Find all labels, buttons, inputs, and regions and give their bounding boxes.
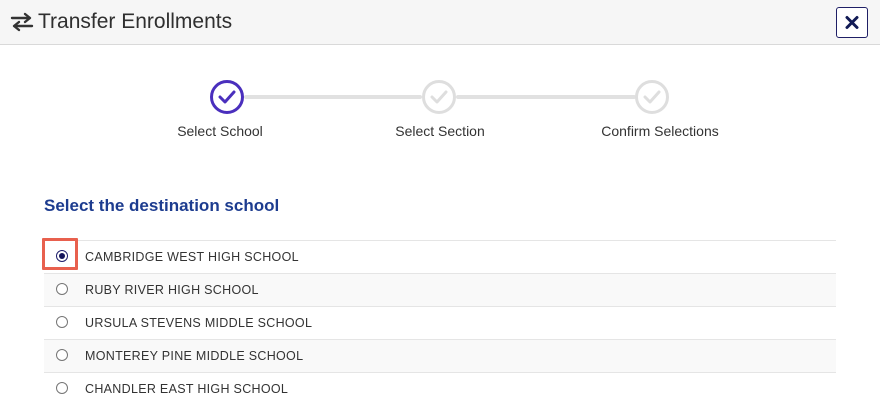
progress-stepper: Select School Select Section Confirm Sel…: [0, 45, 880, 155]
school-name: CAMBRIDGE WEST HIGH SCHOOL: [85, 250, 299, 264]
step-1-label: Select School: [177, 123, 263, 139]
school-option-row[interactable]: RUBY RIVER HIGH SCHOOL: [44, 273, 836, 306]
transfer-enrollments-modal: Transfer Enrollments Select School Selec: [0, 0, 880, 408]
modal-title: Transfer Enrollments: [38, 10, 233, 33]
school-name: MONTEREY PINE MIDDLE SCHOOL: [85, 349, 304, 363]
school-option-row[interactable]: MONTEREY PINE MIDDLE SCHOOL: [44, 339, 836, 372]
step-3-label: Confirm Selections: [601, 123, 719, 139]
close-icon: [845, 16, 859, 29]
school-radio[interactable]: [56, 382, 68, 394]
school-name: CHANDLER EAST HIGH SCHOOL: [85, 382, 289, 396]
step-2-label: Select Section: [395, 123, 485, 139]
section-heading: Select the destination school: [44, 196, 280, 215]
school-radio[interactable]: [56, 283, 68, 295]
step-2-check-icon: [422, 80, 456, 114]
step-1-check-icon: [210, 80, 244, 114]
school-radio[interactable]: [56, 349, 68, 361]
school-option-row[interactable]: CHANDLER EAST HIGH SCHOOL: [44, 372, 836, 405]
modal-header: Transfer Enrollments: [0, 0, 880, 45]
school-name: RUBY RIVER HIGH SCHOOL: [85, 283, 259, 297]
school-name: URSULA STEVENS MIDDLE SCHOOL: [85, 316, 313, 330]
school-option-row[interactable]: URSULA STEVENS MIDDLE SCHOOL: [44, 306, 836, 339]
swap-arrows-icon: [10, 10, 34, 34]
step-connector-1: [244, 95, 422, 99]
close-button[interactable]: [836, 7, 868, 38]
step-connector-2: [456, 95, 636, 99]
school-list: CAMBRIDGE WEST HIGH SCHOOL RUBY RIVER HI…: [42, 238, 836, 405]
school-option-row[interactable]: CAMBRIDGE WEST HIGH SCHOOL: [42, 238, 836, 273]
school-radio[interactable]: [56, 316, 68, 328]
step-3-check-icon: [635, 80, 669, 114]
school-radio-checked[interactable]: [56, 250, 68, 262]
